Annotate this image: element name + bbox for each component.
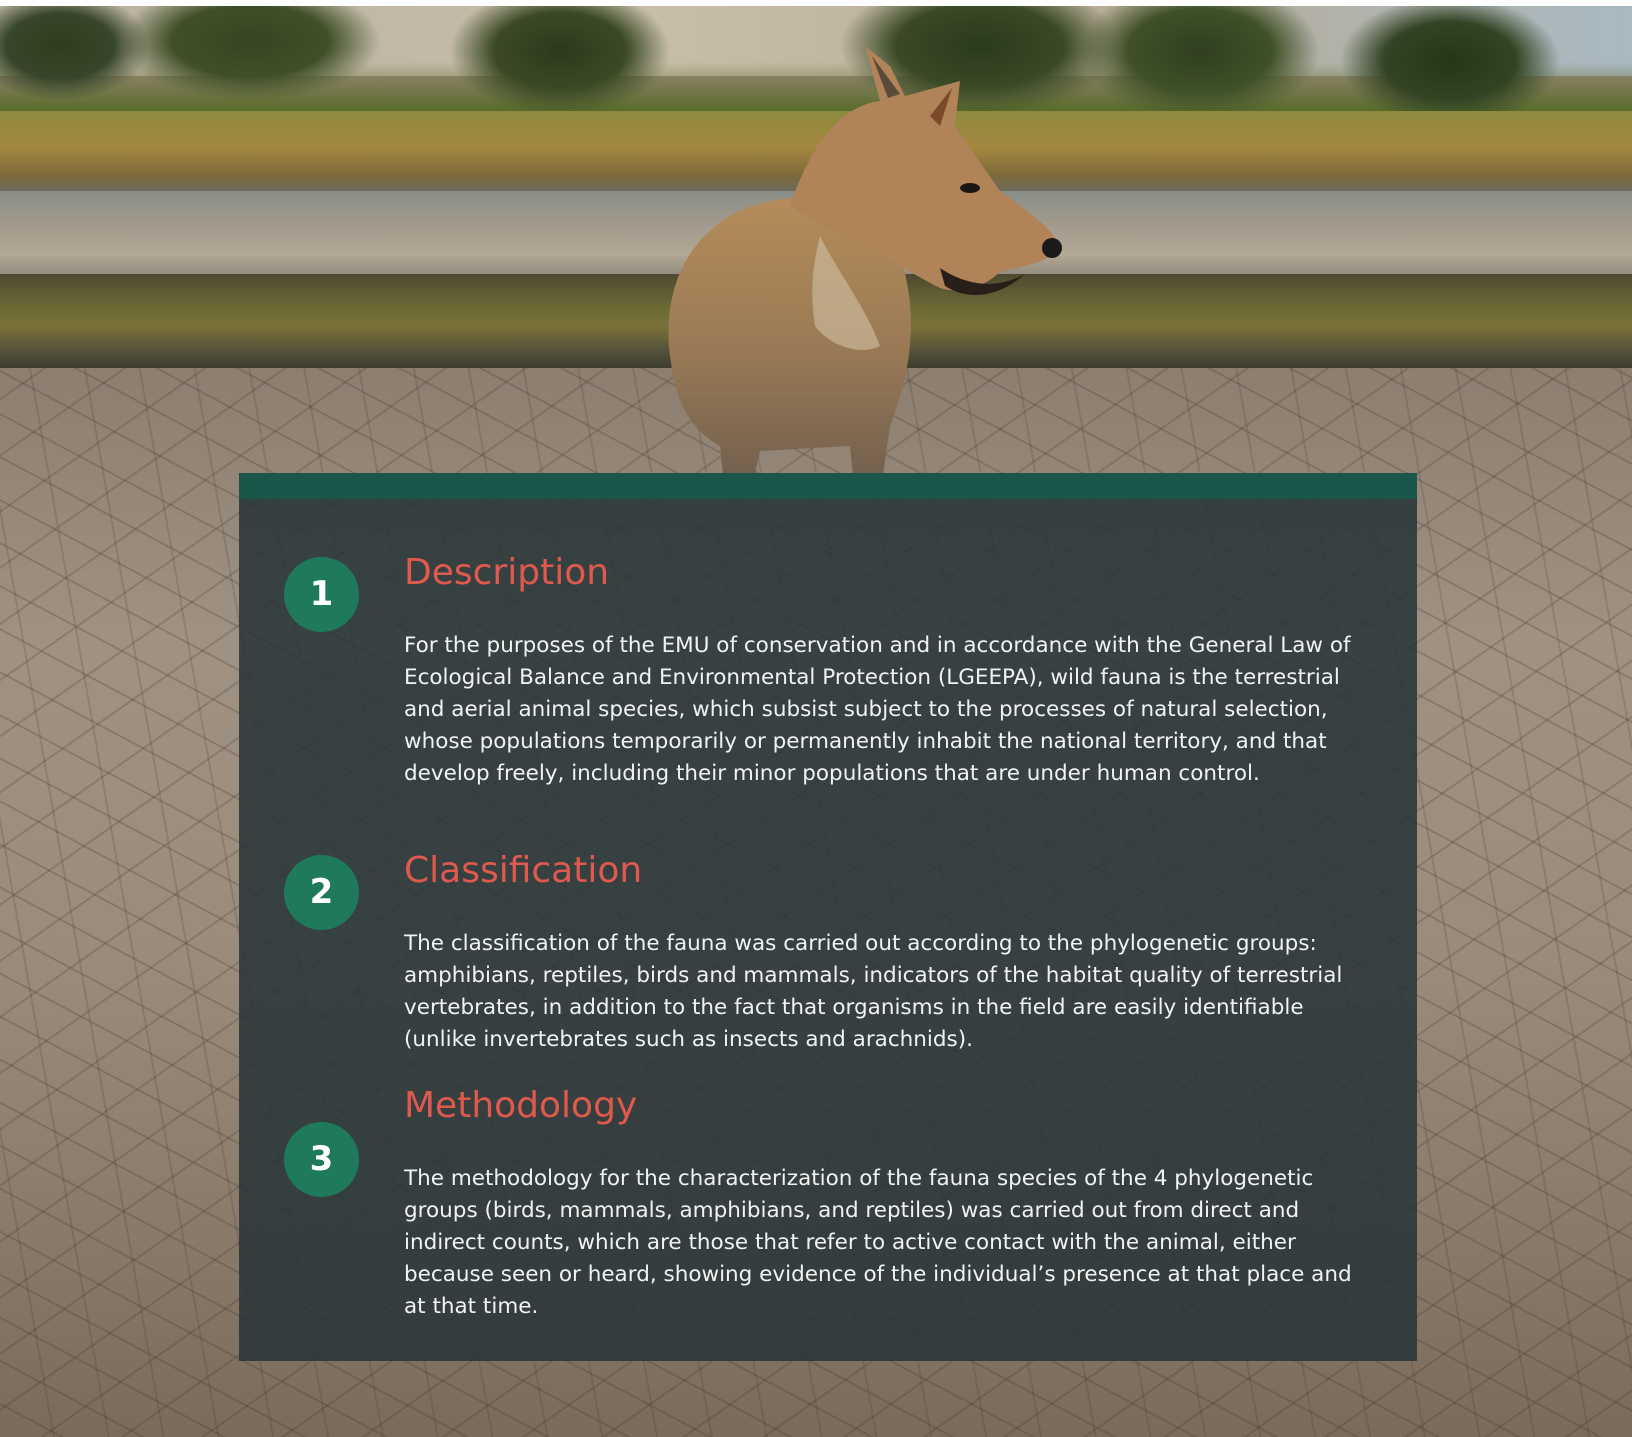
section-body: The methodology for the characterization… — [404, 1166, 1352, 1319]
step-number-badge: 1 — [284, 557, 359, 632]
section-title: Description — [404, 552, 610, 593]
section-title: Methodology — [404, 1085, 638, 1126]
panel-accent-bar — [239, 473, 1417, 499]
section-body: The classification of the fauna was carr… — [404, 931, 1343, 1052]
section-body: For the purposes of the EMU of conservat… — [404, 633, 1351, 786]
step-number-badge: 3 — [284, 1122, 359, 1197]
step-number-badge: 2 — [284, 855, 359, 930]
section-title: Classification — [404, 850, 643, 891]
info-panel: 1 Description For the purposes of the EM… — [239, 473, 1417, 1361]
